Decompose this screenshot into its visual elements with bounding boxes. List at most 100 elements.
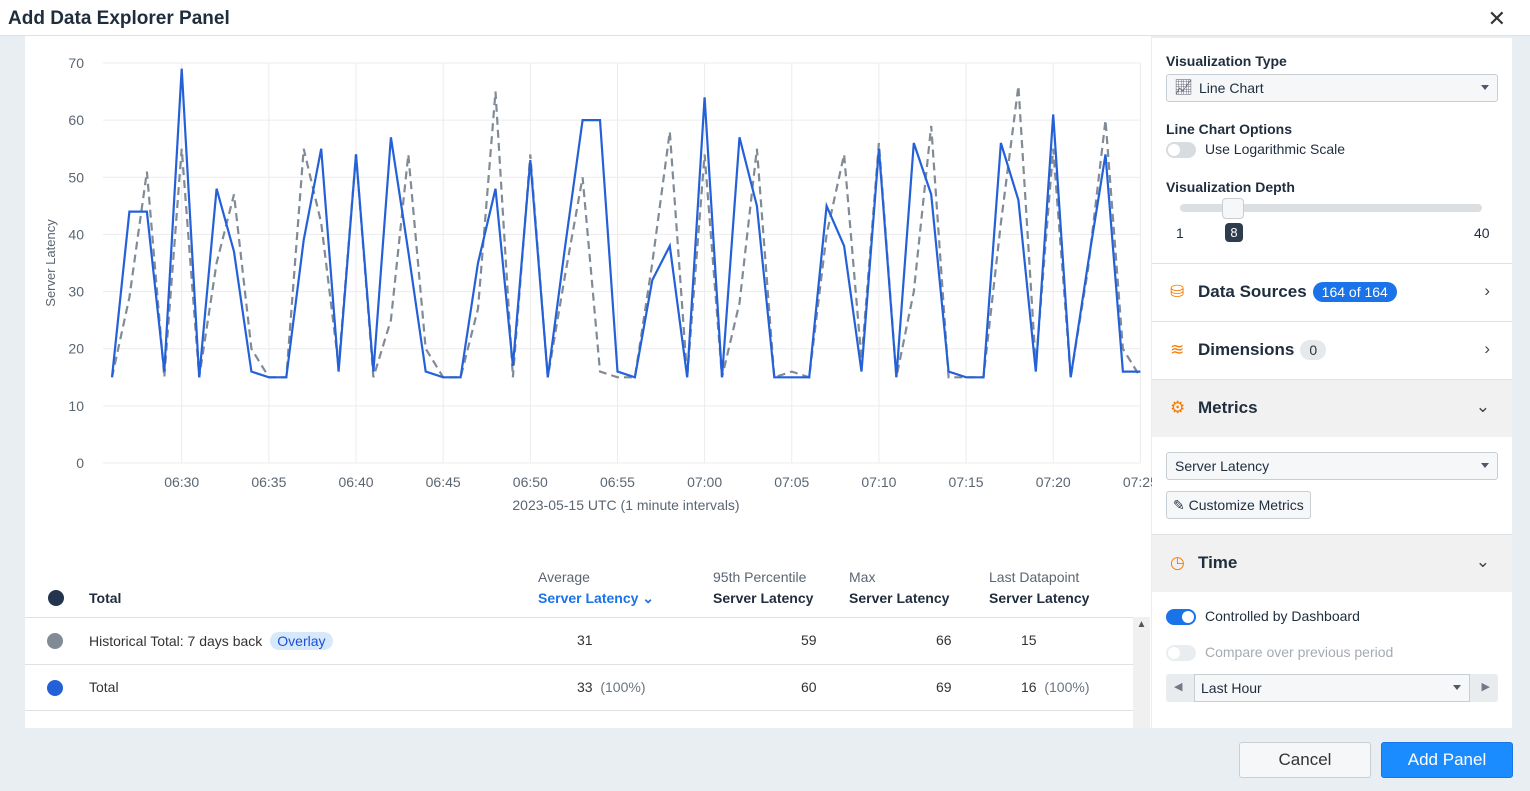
sort-chevron-icon: ⌄ — [642, 590, 655, 606]
row-last: 15 — [1021, 632, 1037, 648]
controlled-label: Controlled by Dashboard — [1205, 608, 1360, 624]
col-last-top: Last Datapoint — [989, 569, 1080, 585]
x-tick-label: 06:55 — [600, 474, 635, 490]
clock-icon: ◷ — [1170, 553, 1185, 572]
dimensions-section[interactable]: ≋ Dimensions 0 › — [1152, 321, 1512, 379]
x-tick-label: 07:15 — [949, 474, 984, 490]
table-header-name: Total — [89, 590, 122, 606]
y-tick-label: 60 — [68, 112, 84, 128]
row-avg-pct: (100%) — [600, 679, 646, 695]
series-color-dot — [47, 633, 63, 649]
metrics-section-header[interactable]: ⚙ Metrics ⌄ — [1152, 379, 1512, 437]
x-tick-label: 07:00 — [687, 474, 722, 490]
gear-icon: ⚙ — [1170, 398, 1186, 417]
add-panel-button[interactable]: Add Panel — [1381, 742, 1513, 778]
next-range-icon[interactable]: ▶ — [1482, 680, 1490, 693]
row-max: 69 — [936, 679, 952, 695]
y-tick-label: 30 — [68, 284, 84, 300]
log-scale-label: Use Logarithmic Scale — [1205, 141, 1346, 157]
col-last[interactable]: Last Datapoint Server Latency — [989, 567, 1089, 609]
y-tick-label: 0 — [76, 455, 84, 471]
data-sources-section[interactable]: ⛁ Data Sources 164 of 164 › — [1152, 263, 1512, 321]
settings-sidebar: Visualization Type 📈︎ Line Chart Line Ch… — [1152, 38, 1512, 728]
table-scrollbar[interactable]: ▲ — [1133, 617, 1150, 728]
row-p95: 60 — [801, 679, 817, 695]
y-tick-label: 20 — [68, 341, 84, 357]
log-scale-toggle[interactable] — [1166, 142, 1196, 158]
time-section-header[interactable]: ◷ Time ⌄ — [1152, 534, 1512, 592]
col-average[interactable]: Average Server Latency ⌄ — [538, 567, 654, 609]
row-p95: 59 — [801, 632, 817, 648]
time-range-select[interactable]: Last Hour — [1194, 674, 1470, 702]
x-tick-label: 06:40 — [338, 474, 373, 490]
col-max[interactable]: Max Server Latency — [849, 567, 949, 609]
sidebar-scrollbar[interactable] — [1512, 38, 1530, 728]
x-tick-label: 07:10 — [861, 474, 896, 490]
line-chart-icon: 📈︎ — [1174, 79, 1194, 96]
caret-down-icon — [1481, 85, 1489, 90]
caret-down-icon — [1481, 463, 1489, 468]
legend-dot-total — [48, 590, 64, 606]
col-p95-metric: Server Latency — [713, 590, 814, 606]
controlled-by-dashboard-toggle[interactable] — [1166, 609, 1196, 625]
compare-label: Compare over previous period — [1205, 644, 1394, 660]
line-options-label: Line Chart Options — [1166, 121, 1292, 137]
table-row[interactable]: Total 33 (100%) 60 69 16 (100%) — [25, 664, 1133, 711]
prev-range-icon[interactable]: ◀ — [1174, 680, 1182, 693]
line-chart: Server Latency 2023-05-15 UTC (1 minute … — [43, 55, 1152, 513]
chevron-right-icon: › — [1484, 339, 1490, 358]
row-last: 16 — [1021, 679, 1037, 695]
row-last-pct: (100%) — [1044, 679, 1090, 695]
metric-select[interactable]: Server Latency — [1166, 452, 1498, 480]
depth-label: Visualization Depth — [1166, 179, 1295, 195]
x-tick-label: 07:20 — [1036, 474, 1071, 490]
chevron-down-icon: ⌄ — [1475, 397, 1490, 416]
caret-down-icon — [1453, 685, 1461, 690]
time-range-value: Last Hour — [1201, 680, 1262, 696]
metrics-title: Metrics — [1198, 398, 1258, 417]
col-last-metric: Server Latency — [989, 590, 1090, 606]
database-icon: ⛁ — [1170, 282, 1185, 301]
x-tick-label: 07:25 — [1123, 474, 1152, 490]
pencil-icon: ✎ — [1173, 497, 1185, 513]
depth-max: 40 — [1474, 225, 1490, 241]
time-title: Time — [1198, 553, 1238, 572]
overlay-badge: Overlay — [270, 632, 333, 650]
table-row[interactable]: Historical Total: 7 days back Overlay 31 … — [25, 617, 1133, 664]
col-p95-top: 95th Percentile — [713, 569, 807, 585]
dimensions-badge: 0 — [1300, 340, 1327, 360]
depth-value-tooltip: 8 — [1225, 223, 1243, 242]
col-average-metric: Server Latency — [538, 590, 639, 606]
dimensions-title: Dimensions — [1198, 340, 1295, 359]
close-icon[interactable]: ✕ — [1488, 6, 1506, 32]
col-p95[interactable]: 95th Percentile Server Latency — [713, 567, 813, 609]
cancel-button[interactable]: Cancel — [1239, 742, 1371, 778]
x-axis-label: 2023-05-15 UTC (1 minute intervals) — [512, 497, 739, 513]
depth-slider-handle[interactable] — [1222, 198, 1244, 219]
viz-type-label: Visualization Type — [1166, 53, 1287, 69]
series-color-dot — [47, 680, 63, 696]
row-avg: 33 — [577, 679, 593, 695]
y-axis-label: Server Latency — [43, 219, 58, 307]
chevron-right-icon: › — [1484, 281, 1490, 300]
metric-select-value: Server Latency — [1175, 458, 1270, 474]
row-avg: 31 — [577, 632, 593, 648]
chevron-down-icon: ⌄ — [1475, 552, 1490, 571]
y-tick-label: 40 — [68, 226, 84, 242]
x-tick-label: 07:05 — [774, 474, 809, 490]
x-tick-label: 06:45 — [426, 474, 461, 490]
row-name: Historical Total: 7 days back — [89, 633, 263, 649]
viz-type-select[interactable]: 📈︎ Line Chart — [1166, 74, 1498, 102]
layers-icon: ≋ — [1170, 340, 1185, 359]
x-tick-label: 06:50 — [513, 474, 548, 490]
customize-metrics-button[interactable]: ✎ Customize Metrics — [1166, 491, 1311, 519]
time-range-picker: ◀ Last Hour ▶ — [1166, 674, 1498, 702]
x-tick-label: 06:35 — [251, 474, 286, 490]
y-tick-label: 10 — [68, 398, 84, 414]
compare-toggle[interactable] — [1166, 645, 1196, 661]
viz-type-value: Line Chart — [1199, 80, 1264, 96]
y-tick-label: 70 — [68, 55, 84, 71]
depth-min: 1 — [1176, 225, 1184, 241]
row-max: 66 — [936, 632, 952, 648]
series-line-total — [110, 68, 1141, 379]
